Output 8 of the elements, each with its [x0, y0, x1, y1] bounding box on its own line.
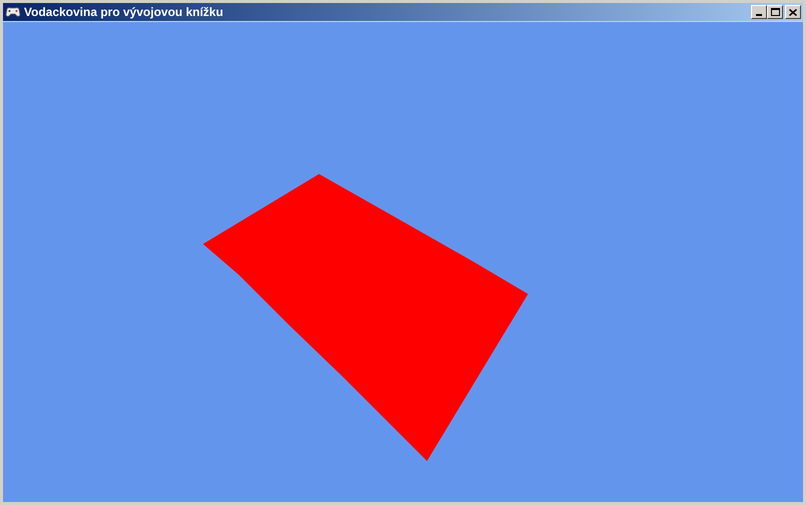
window-title: Vodackovina pro vývojovou knížku: [24, 4, 224, 21]
maximize-button[interactable]: [767, 5, 783, 19]
gamepad-icon: [5, 5, 21, 19]
maximize-icon: [770, 8, 780, 16]
minimize-icon: [756, 14, 762, 16]
close-icon: [789, 8, 797, 16]
minimize-button[interactable]: [751, 5, 767, 19]
close-button[interactable]: [785, 5, 801, 19]
